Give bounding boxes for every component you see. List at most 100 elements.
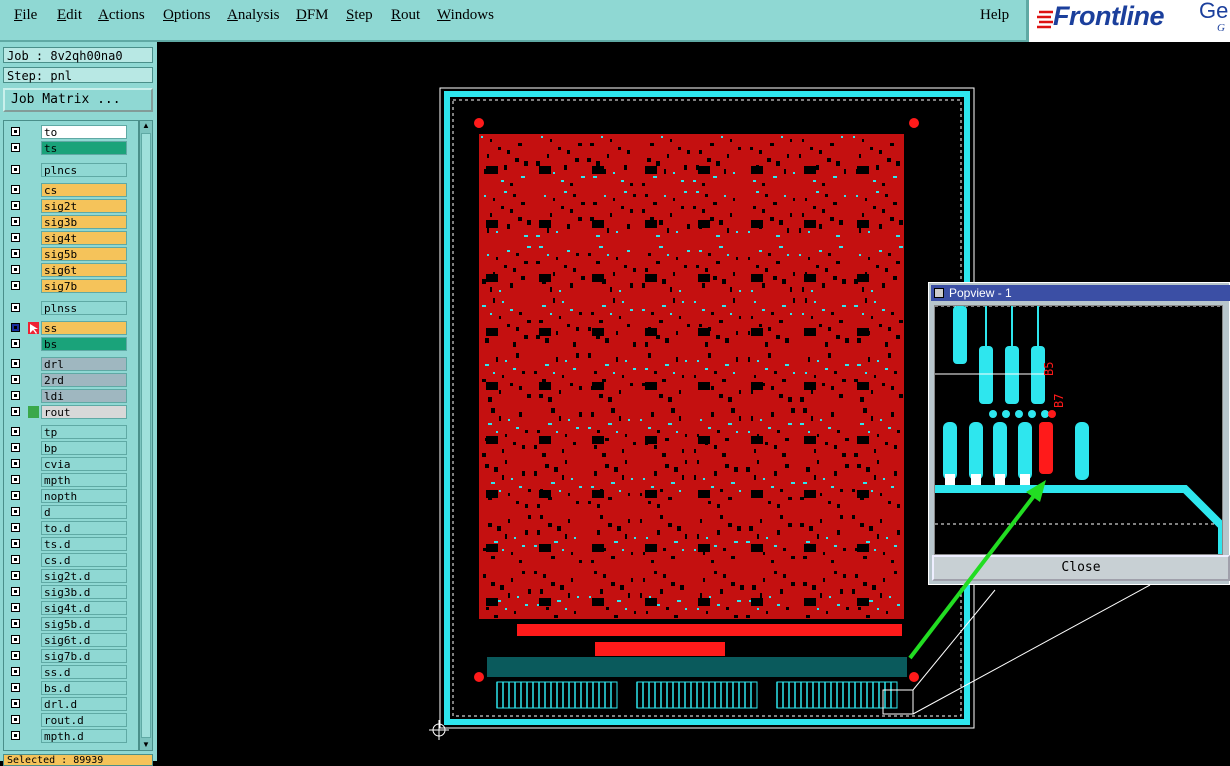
pattern-dot: [863, 408, 867, 413]
menu-dfm[interactable]: DFM: [296, 7, 329, 24]
layer-row-plncs[interactable]: plncs: [7, 163, 127, 178]
layer-row-sig2t-d[interactable]: sig2t.d: [7, 569, 127, 584]
close-button[interactable]: Close: [932, 555, 1230, 581]
pattern-dot: [591, 560, 594, 563]
layer-checkbox[interactable]: [11, 699, 20, 708]
layer-row-sig7b-d[interactable]: sig7b.d: [7, 649, 127, 664]
layer-row-to-d[interactable]: to.d: [7, 521, 127, 536]
layer-row-sig3b-d[interactable]: sig3b.d: [7, 585, 127, 600]
layer-row-sig6t[interactable]: sig6t: [7, 263, 127, 278]
menu-file[interactable]: File: [14, 7, 37, 24]
layer-row-sig5b[interactable]: sig5b: [7, 247, 127, 262]
layer-row-nopth[interactable]: nopth: [7, 489, 127, 504]
layer-checkbox[interactable]: [11, 635, 20, 644]
menu-options[interactable]: Options: [163, 7, 211, 24]
layer-row-d[interactable]: d: [7, 505, 127, 520]
layer-checkbox[interactable]: [11, 391, 20, 400]
menu-edit[interactable]: Edit: [57, 7, 82, 24]
layer-checkbox[interactable]: [11, 587, 20, 596]
layer-list-scrollbar[interactable]: ▲ ▼: [139, 120, 153, 751]
layer-row-sig3b[interactable]: sig3b: [7, 215, 127, 230]
layer-row-cs[interactable]: cs: [7, 183, 127, 198]
menu-rout[interactable]: Rout: [391, 7, 420, 24]
scroll-thumb[interactable]: [141, 133, 151, 738]
scroll-down-arrow-icon[interactable]: ▼: [141, 740, 151, 750]
layer-row-drl[interactable]: drl: [7, 357, 127, 372]
layer-row-sig6t-d[interactable]: sig6t.d: [7, 633, 127, 648]
layer-checkbox[interactable]: [11, 323, 20, 332]
layer-row-ts-d[interactable]: ts.d: [7, 537, 127, 552]
layer-checkbox[interactable]: [11, 375, 20, 384]
layer-row-bs[interactable]: bs: [7, 337, 127, 352]
menu-step[interactable]: Step: [346, 7, 373, 24]
layer-checkbox[interactable]: [11, 427, 20, 436]
layer-row-ldi[interactable]: ldi: [7, 389, 127, 404]
layer-checkbox[interactable]: [11, 143, 20, 152]
layer-checkbox[interactable]: [11, 667, 20, 676]
layer-checkbox[interactable]: [11, 217, 20, 226]
layer-row-cs-d[interactable]: cs.d: [7, 553, 127, 568]
menu-analysis[interactable]: Analysis: [227, 7, 280, 24]
menu-windows[interactable]: Windows: [437, 7, 494, 24]
layer-checkbox[interactable]: [11, 339, 20, 348]
layer-row-plnss[interactable]: plnss: [7, 301, 127, 316]
layer-row-sig5b-d[interactable]: sig5b.d: [7, 617, 127, 632]
layer-row-ts[interactable]: ts: [7, 141, 127, 156]
layer-checkbox[interactable]: [11, 233, 20, 242]
layer-checkbox[interactable]: [11, 185, 20, 194]
layer-row-ss[interactable]: ss: [7, 321, 127, 336]
layer-checkbox[interactable]: [11, 265, 20, 274]
layer-row-sig2t[interactable]: sig2t: [7, 199, 127, 214]
layer-checkbox[interactable]: [11, 201, 20, 210]
layer-checkbox[interactable]: [11, 715, 20, 724]
layer-row-bs-d[interactable]: bs.d: [7, 681, 127, 696]
layer-checkbox[interactable]: [11, 571, 20, 580]
layer-row-to[interactable]: to: [7, 125, 127, 140]
layer-checkbox[interactable]: [11, 165, 20, 174]
layer-checkbox[interactable]: [11, 281, 20, 290]
layer-row-rout[interactable]: rout: [7, 405, 127, 420]
pattern-dot: [668, 523, 672, 527]
layer-row-drl-d[interactable]: drl.d: [7, 697, 127, 712]
layer-row-sig4t-d[interactable]: sig4t.d: [7, 601, 127, 616]
pattern-block: [539, 544, 551, 552]
layer-checkbox[interactable]: [11, 555, 20, 564]
pattern-dot: [771, 486, 774, 488]
layer-row-ss-d[interactable]: ss.d: [7, 665, 127, 680]
layer-checkbox[interactable]: [11, 303, 20, 312]
popview-titlebar[interactable]: Popview - 1: [931, 285, 1230, 301]
layer-row-mpth[interactable]: mpth: [7, 473, 127, 488]
pattern-dot: [713, 276, 717, 280]
layer-row-tp[interactable]: tp: [7, 425, 127, 440]
layer-checkbox[interactable]: [11, 249, 20, 258]
via-dot: [1028, 410, 1036, 418]
layer-row-rout-d[interactable]: rout.d: [7, 713, 127, 728]
window-menu-icon[interactable]: [934, 288, 944, 298]
layer-checkbox[interactable]: [11, 507, 20, 516]
layer-row-sig7b[interactable]: sig7b: [7, 279, 127, 294]
layer-checkbox[interactable]: [11, 603, 20, 612]
layer-checkbox[interactable]: [11, 523, 20, 532]
job-matrix-button[interactable]: Job Matrix ...: [3, 88, 153, 112]
layer-checkbox[interactable]: [11, 619, 20, 628]
layer-checkbox[interactable]: [11, 731, 20, 740]
layer-checkbox[interactable]: [11, 683, 20, 692]
layer-checkbox[interactable]: [11, 359, 20, 368]
layer-checkbox[interactable]: [11, 475, 20, 484]
layer-checkbox[interactable]: [11, 443, 20, 452]
layer-row-sig4t[interactable]: sig4t: [7, 231, 127, 246]
layer-checkbox[interactable]: [11, 127, 20, 136]
menu-help[interactable]: Help: [980, 7, 1009, 24]
layer-row-2rd[interactable]: 2rd: [7, 373, 127, 388]
layer-checkbox[interactable]: [11, 459, 20, 468]
layer-row-mpth-d[interactable]: mpth.d: [7, 729, 127, 744]
scroll-up-arrow-icon[interactable]: ▲: [141, 121, 151, 131]
layer-checkbox[interactable]: [11, 651, 20, 660]
layer-checkbox[interactable]: [11, 491, 20, 500]
layer-row-cvia[interactable]: cvia: [7, 457, 127, 472]
popview-zoom-view[interactable]: B5 B7: [934, 305, 1223, 555]
layer-row-bp[interactable]: bp: [7, 441, 127, 456]
layer-checkbox[interactable]: [11, 539, 20, 548]
layer-checkbox[interactable]: [11, 407, 20, 416]
menu-actions[interactable]: Actions: [98, 7, 145, 24]
